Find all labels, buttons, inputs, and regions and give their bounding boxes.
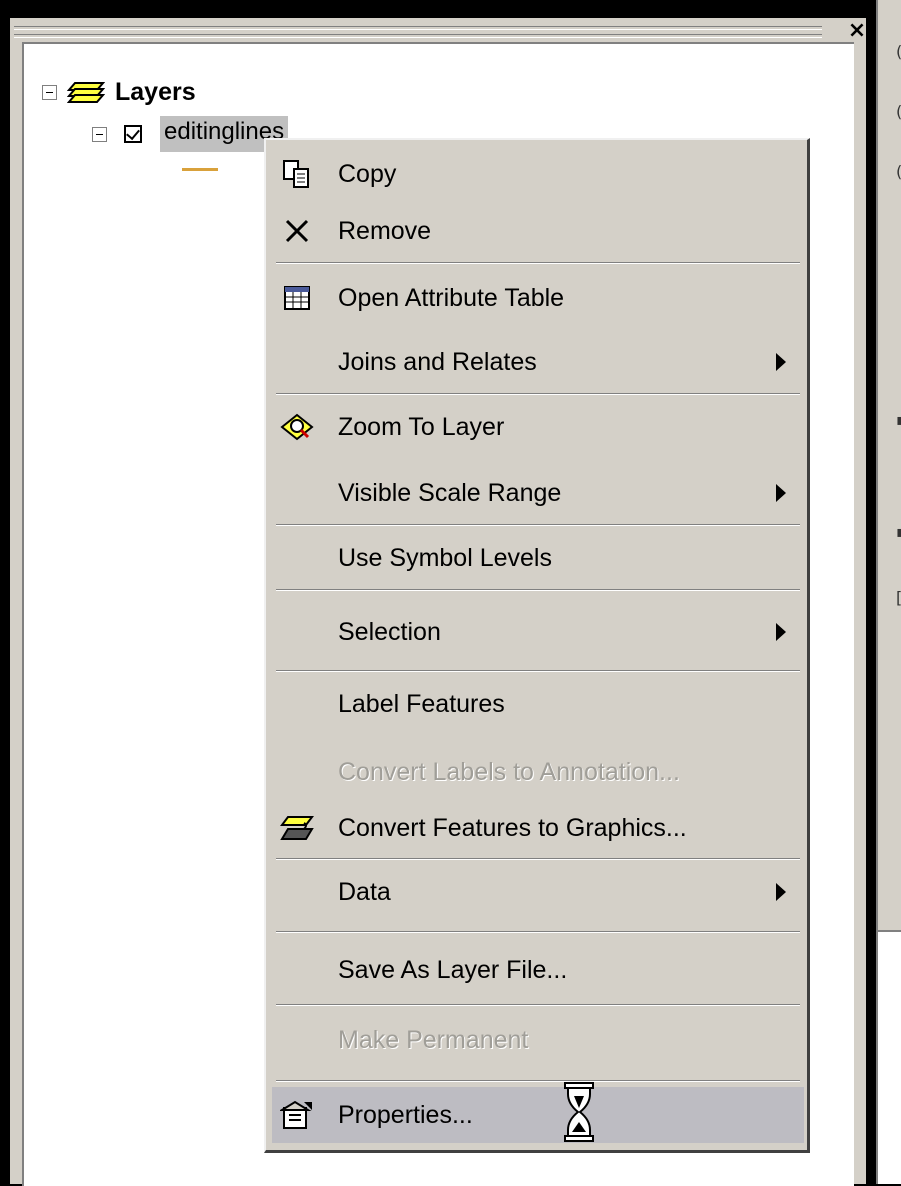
menu-label: Convert Features to Graphics... [338,813,687,842]
remove-x-icon [280,214,314,248]
submenu-arrow-icon [776,484,786,502]
menu-label: Make Permanent [338,1025,529,1054]
panel-grip[interactable] [14,26,822,30]
menu-label: Use Symbol Levels [338,543,552,572]
menu-item-make-permanent: Make Permanent [272,1014,804,1066]
menu-label: Save As Layer File... [338,955,568,984]
menu-item-properties[interactable]: Properties... [272,1087,804,1143]
menu-item-label-features[interactable]: Label Features [272,678,804,730]
strip-glyph: ( [896,162,901,181]
layers-root-label[interactable]: Layers [115,78,196,107]
menu-label: Zoom To Layer [338,412,505,441]
menu-item-zoom-to-layer[interactable]: Zoom To Layer [272,401,804,453]
close-button[interactable]: × [845,20,869,42]
collapse-icon[interactable] [92,126,107,142]
copy-icon [280,157,314,191]
menu-separator [276,262,800,264]
submenu-arrow-icon [776,353,786,371]
menu-label: Remove [338,216,432,245]
strip-glyph: ( [896,102,901,121]
tree-row-layers[interactable]: Layers [42,78,196,107]
strip-glyph: ( [896,42,901,61]
menu-separator [276,1080,800,1082]
menu-separator [276,931,800,933]
menu-item-selection[interactable]: Selection [272,606,804,658]
convert-graphics-icon [280,811,314,845]
layer-context-menu: Copy Remove Open Attribute Table Joins a… [264,138,810,1153]
table-icon [280,281,314,315]
menu-label: Selection [338,617,441,646]
layer-visibility-checkbox[interactable] [124,125,142,143]
menu-label: Open Attribute Table [338,283,565,312]
menu-label: Copy [338,159,397,188]
menu-label: Visible Scale Range [338,478,562,507]
strip-bottom-area [878,930,901,1184]
collapse-icon[interactable] [42,85,57,100]
menu-label: Joins and Relates [338,347,537,376]
submenu-arrow-icon [776,623,786,641]
layers-stack-icon [66,79,106,107]
menu-item-convert-features-to-graphics[interactable]: Convert Features to Graphics... [272,802,804,854]
menu-item-data[interactable]: Data [272,866,804,918]
menu-separator [276,670,800,672]
menu-separator [276,589,800,591]
menu-separator [276,1004,800,1006]
menu-label: Data [338,877,391,906]
panel-grip-line [14,34,822,38]
tree-row-layer[interactable]: editinglines [92,116,289,152]
strip-glyph: ▪ [896,410,901,429]
menu-label: Convert Labels to Annotation... [338,757,680,786]
menu-item-open-attribute-table[interactable]: Open Attribute Table [272,272,804,324]
menu-label: Label Features [338,689,505,718]
submenu-arrow-icon [776,883,786,901]
right-toolbar-strip: ( ( ( ▪ ▪ [ [876,0,901,1184]
menu-item-convert-labels-to-annotation: Convert Labels to Annotation... [272,746,804,798]
menu-separator [276,393,800,395]
menu-item-remove[interactable]: Remove [272,205,804,257]
menu-item-visible-scale-range[interactable]: Visible Scale Range [272,467,804,519]
properties-icon [280,1098,314,1132]
strip-glyph: ▪ [896,522,901,541]
menu-item-copy[interactable]: Copy [272,148,804,200]
menu-label: Properties... [338,1100,473,1129]
menu-separator [276,858,800,860]
hourglass-cursor-icon [564,1082,594,1142]
menu-item-save-as-layer-file[interactable]: Save As Layer File... [272,944,804,996]
strip-glyph: [ [896,588,901,607]
menu-item-joins-and-relates[interactable]: Joins and Relates [272,336,804,388]
line-symbol-icon [182,168,218,171]
menu-separator [276,524,800,526]
zoom-to-layer-icon [280,410,314,444]
menu-item-use-symbol-levels[interactable]: Use Symbol Levels [272,532,804,584]
